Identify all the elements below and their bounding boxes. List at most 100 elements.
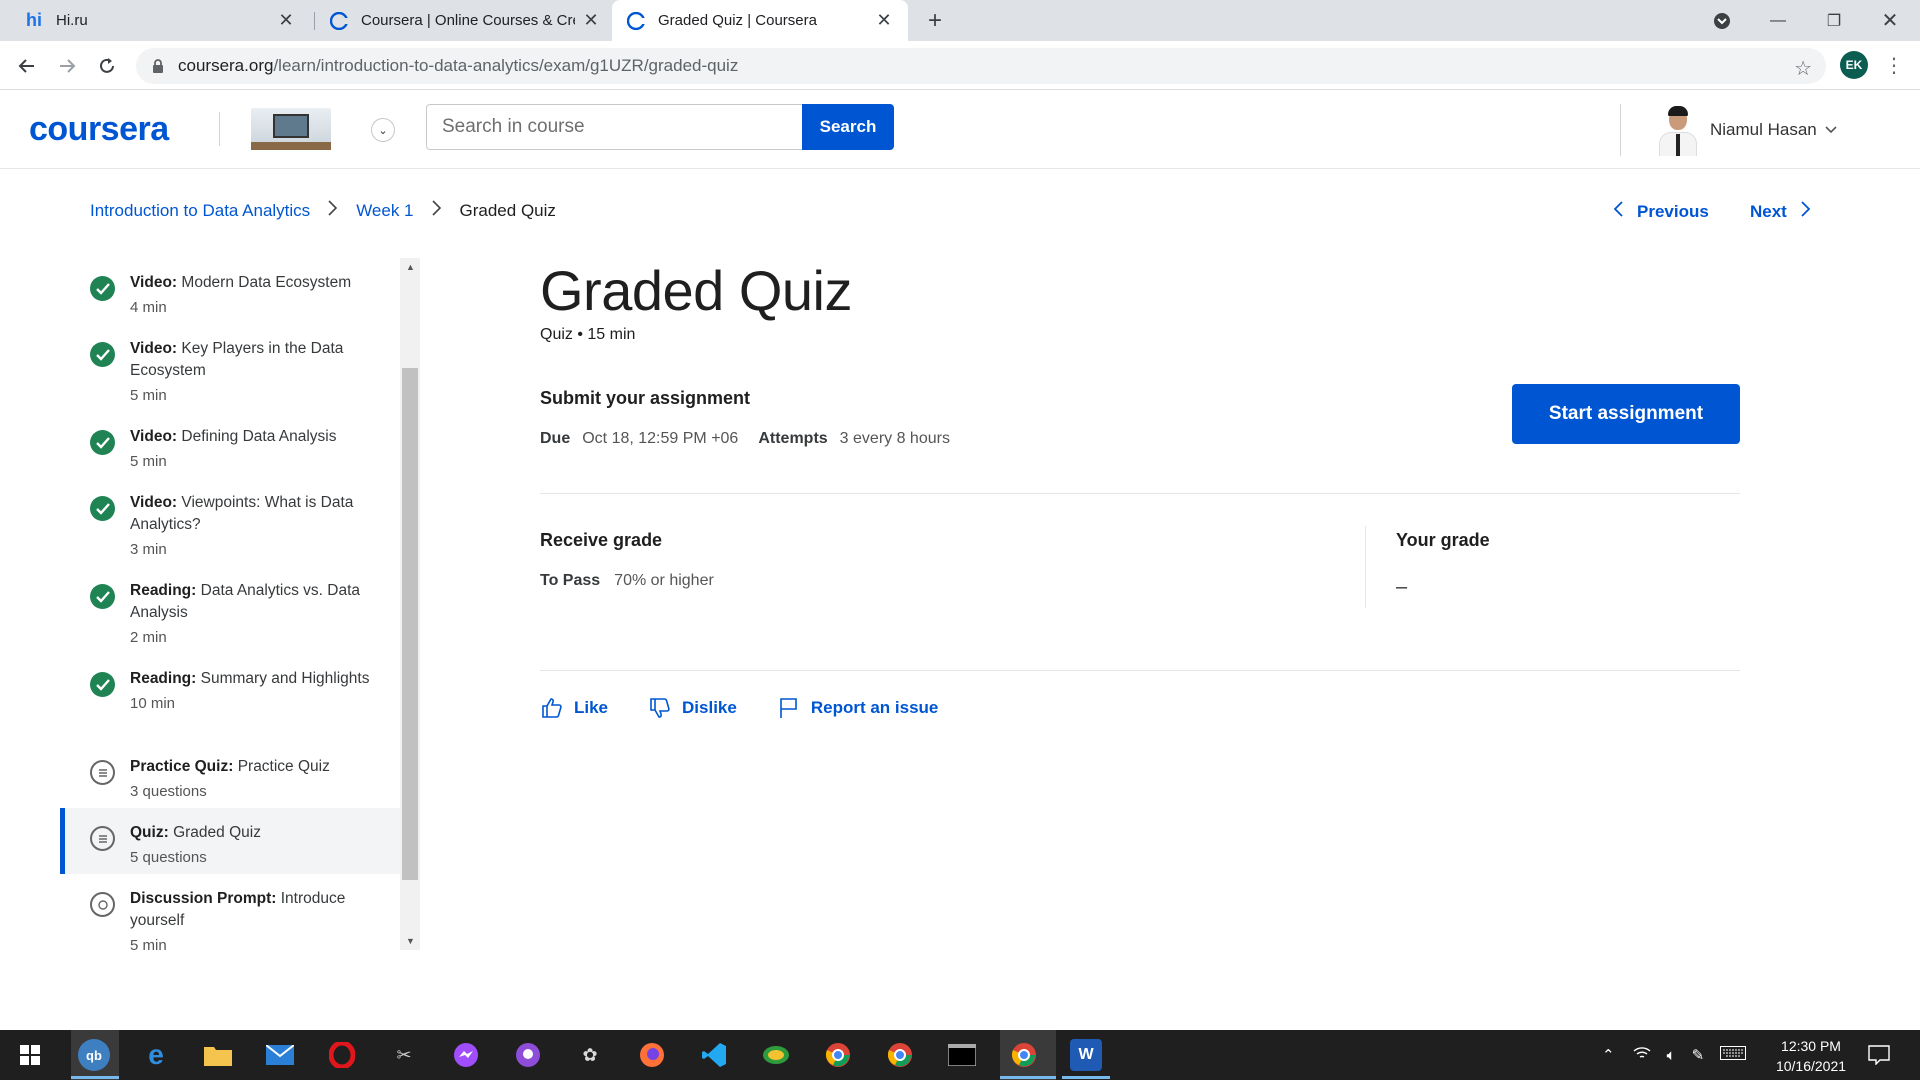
taskbar-clock[interactable]: 12:30 PM 10/16/2021 [1766, 1036, 1856, 1076]
keyboard-icon[interactable] [1720, 1046, 1747, 1064]
show-hidden-icons-chevron-icon[interactable]: ⌃ [1602, 1046, 1615, 1064]
sidebar-item[interactable]: Practice Quiz: Practice Quiz 3 questions [60, 742, 400, 808]
item-type: Practice Quiz: [130, 758, 234, 775]
scrollbar-thumb[interactable] [402, 368, 418, 880]
thumbs-up-icon [542, 698, 562, 718]
word-icon[interactable]: W [1070, 1039, 1102, 1071]
browser-tab-graded-quiz[interactable]: Graded Quiz | Coursera ✕ [612, 0, 908, 41]
browser-menu-icon[interactable]: ⋮ [1882, 53, 1906, 77]
sidebar-item[interactable]: Reading: Data Analytics vs. Data Analysi… [60, 566, 400, 654]
logo-divider [219, 112, 220, 146]
sidebar-item[interactable]: Discussion Prompt: Introduce yourself 5 m… [60, 874, 400, 950]
new-tab-button[interactable]: + [922, 7, 948, 34]
sidebar-item[interactable]: Video: Defining Data Analysis 5 min [60, 412, 400, 478]
completed-check-icon [90, 496, 115, 521]
browser-profile-avatar[interactable]: EK [1840, 51, 1868, 79]
sidebar-scrollbar[interactable]: ▲ ▼ [400, 258, 420, 950]
completed-check-icon [90, 276, 115, 301]
user-avatar[interactable] [1653, 104, 1701, 156]
report-issue-button[interactable]: Report an issue [777, 696, 938, 720]
edge-icon[interactable]: e [140, 1039, 172, 1071]
volume-icon[interactable]: 🔈︎ [1667, 1047, 1676, 1064]
sidebar-item-text: Video: Viewpoints: What is Data Analytic… [130, 492, 380, 561]
sidebar-item[interactable]: Video: Viewpoints: What is Data Analytic… [60, 478, 400, 566]
paint-icon[interactable]: ✿ [574, 1039, 606, 1071]
previous-button[interactable]: Previous [1613, 200, 1709, 223]
tab-title: Coursera | Online Courses & Crec [361, 12, 575, 29]
file-explorer-icon[interactable] [202, 1039, 234, 1071]
back-arrow-icon[interactable] [13, 52, 41, 80]
close-tab-icon[interactable]: ✕ [874, 10, 894, 31]
completed-check-icon [90, 584, 115, 609]
messenger-icon[interactable] [450, 1039, 482, 1071]
clock-date: 10/16/2021 [1775, 1058, 1847, 1074]
opera-icon[interactable] [326, 1039, 358, 1071]
tab-title: Graded Quiz | Coursera [658, 12, 817, 29]
chrome-profile-icon[interactable] [884, 1039, 916, 1071]
bookmark-star-icon[interactable]: ☆ [1794, 56, 1812, 81]
windows-start-icon[interactable] [14, 1039, 46, 1071]
chrome-icon[interactable] [822, 1039, 854, 1071]
sidebar-item[interactable]: Video: Key Players in the Data Ecosystem… [60, 324, 400, 412]
address-bar[interactable]: coursera.org/learn/introduction-to-data-… [136, 48, 1826, 84]
sidebar-item[interactable]: Reading: Summary and Highlights 10 min [60, 654, 400, 742]
tab-title: Hi.ru [56, 12, 88, 29]
item-title: Defining Data Analysis [181, 428, 337, 445]
scroll-up-arrow-icon[interactable]: ▲ [406, 262, 415, 272]
chrome-active-icon[interactable] [1008, 1039, 1040, 1071]
search-button[interactable]: Search [802, 104, 894, 150]
system-tray: ⌃ 🔈︎ ✎ [1602, 1030, 1747, 1080]
pen-icon[interactable]: ✎ [1692, 1046, 1705, 1064]
course-thumbnail[interactable] [251, 108, 331, 150]
item-meta: 5 min [130, 387, 167, 404]
github-desktop-icon[interactable] [512, 1039, 544, 1071]
sidebar-item-text: Discussion Prompt: Introduce yourself 5 m… [130, 888, 380, 950]
vscode-icon[interactable] [698, 1039, 730, 1071]
taskbar-active-indicator [71, 1076, 119, 1079]
previous-label: Previous [1637, 201, 1709, 221]
restore-icon[interactable]: ❐ [1806, 0, 1862, 41]
browser-tab-coursera[interactable]: Coursera | Online Courses & Crec ✕ [315, 0, 615, 41]
due-attempts-row: Due Oct 18, 12:59 PM +06 Attempts 3 ever… [540, 430, 970, 448]
sidebar-item-text: Reading: Data Analytics vs. Data Analysi… [130, 580, 380, 649]
snipping-tool-icon[interactable]: ✂ [388, 1039, 420, 1071]
page-title: Graded Quiz [540, 259, 853, 322]
wifi-icon[interactable] [1633, 1046, 1651, 1064]
search-input[interactable] [426, 104, 802, 150]
next-button[interactable]: Next [1750, 200, 1811, 223]
qbittorrent-icon[interactable]: qb [78, 1039, 110, 1071]
user-menu[interactable]: Niamul Hasan [1710, 120, 1837, 140]
close-tab-icon[interactable]: ✕ [276, 10, 296, 31]
browser-tab-hi[interactable]: hi Hi.ru ✕ [10, 0, 310, 41]
user-name: Niamul Hasan [1710, 120, 1817, 139]
completed-check-icon [90, 672, 115, 697]
like-button[interactable]: Like [540, 696, 608, 720]
reload-icon[interactable] [93, 52, 121, 80]
breadcrumb-week-link[interactable]: Week 1 [356, 201, 413, 221]
completed-check-icon [90, 430, 115, 455]
close-window-icon[interactable]: ✕ [1862, 0, 1918, 41]
globe-app-icon[interactable] [760, 1039, 792, 1071]
item-type: Discussion Prompt: [130, 890, 277, 907]
minimize-icon[interactable]: — [1750, 0, 1806, 41]
start-assignment-button[interactable]: Start assignment [1512, 384, 1740, 444]
forward-arrow-icon[interactable] [53, 52, 81, 80]
scroll-down-arrow-icon[interactable]: ▼ [406, 936, 415, 946]
dislike-button[interactable]: Dislike [648, 696, 737, 720]
close-tab-icon[interactable]: ✕ [581, 10, 601, 31]
coursera-logo[interactable]: coursera [29, 110, 169, 149]
firefox-icon[interactable] [636, 1039, 668, 1071]
lock-icon[interactable] [150, 58, 166, 74]
sidebar-item[interactable]: Video: Modern Data Ecosystem 4 min [60, 258, 400, 324]
course-switcher-chevron-icon[interactable]: ⌄ [371, 118, 395, 142]
notification-center-icon[interactable] [1868, 1030, 1890, 1080]
item-type: Reading: [130, 582, 197, 599]
mail-icon[interactable] [264, 1039, 296, 1071]
breadcrumb-course-link[interactable]: Introduction to Data Analytics [90, 201, 310, 221]
chevron-down-icon [1825, 123, 1837, 137]
terminal-icon[interactable] [946, 1039, 978, 1071]
to-pass-label: To Pass [540, 572, 601, 589]
url-host: coursera.org [178, 56, 274, 75]
sidebar-item-active[interactable]: Quiz: Graded Quiz 5 questions [60, 808, 400, 874]
tab-search-icon[interactable] [1694, 0, 1750, 41]
